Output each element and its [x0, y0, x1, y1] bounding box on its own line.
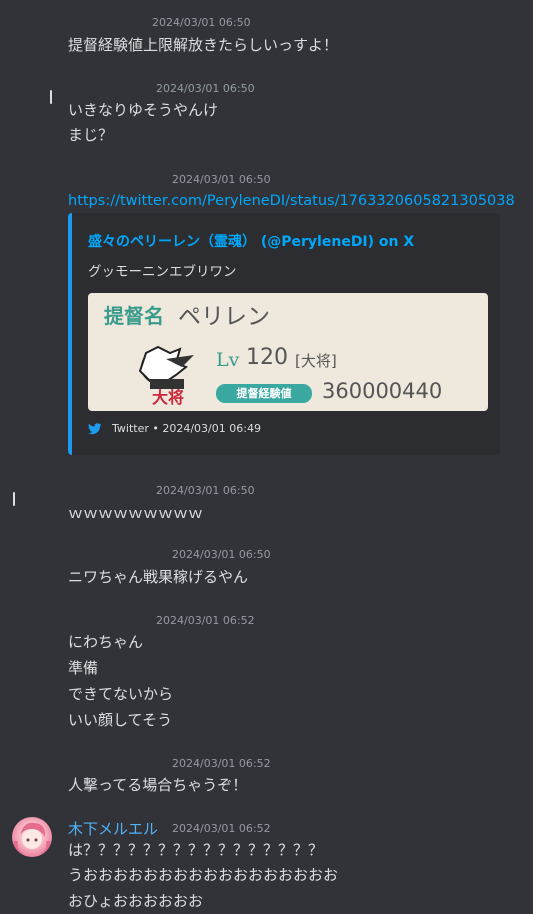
- message-timestamp: 2024/03/01 06:52: [172, 757, 271, 770]
- avatar[interactable]: [12, 817, 52, 857]
- embed-image[interactable]: 提督名 ペリレン 大将 Lv 120 [大将] 提督経験値 360000440: [88, 293, 488, 411]
- avatar-fragment: [13, 492, 15, 506]
- level-label: Lv: [216, 349, 240, 371]
- rank-label: [大将]: [295, 352, 337, 370]
- message-text: 人撃ってる場合ちゃうぞ！: [68, 776, 248, 794]
- embed-footer: Twitter • 2024/03/01 06:49: [88, 422, 261, 435]
- twitter-bird-icon: [88, 422, 102, 434]
- embed-description: グッモーニンエブリワン: [88, 264, 237, 280]
- message-timestamp: 2024/03/01 06:52: [156, 614, 255, 627]
- message-text: まじ？: [68, 126, 114, 144]
- message-timestamp: 2024/03/01 06:50: [172, 548, 271, 561]
- message-text: は？？？？？？？？？？？？？？？？: [68, 841, 324, 859]
- message-text: ニワちゃん戦果稼げるやん: [68, 568, 249, 586]
- card-title: 提督名: [104, 304, 164, 328]
- xp-label: 提督経験値: [216, 384, 312, 403]
- message-text: できてないから: [68, 685, 174, 703]
- tweet-link[interactable]: https://twitter.com/PeryleneDI/status/17…: [68, 193, 515, 209]
- message-text: 準備: [68, 659, 99, 677]
- message-timestamp: 2024/03/01 06:50: [156, 82, 255, 95]
- message-text: いい顔してそう: [68, 711, 173, 729]
- message-timestamp: 2024/03/01 06:50: [172, 173, 271, 186]
- avatar-image-icon: [13, 822, 51, 857]
- xp-value: 360000440: [322, 379, 443, 403]
- message-text: 提督経験値上限解放きたらしいっすよ！: [68, 36, 339, 54]
- level-value: 120: [246, 345, 288, 370]
- message-text: ｗｗｗｗｗｗｗｗｗ: [68, 504, 204, 522]
- message-text: うおおおおおおおおおおおおおおおおお: [68, 866, 339, 884]
- message-text: にわちゃん: [68, 633, 144, 651]
- embed-footer-text: Twitter • 2024/03/01 06:49: [112, 422, 261, 435]
- link-embed: 盛々のペリーレン（霊魂） (@PeryleneDI) on X グッモーニンエブ…: [68, 213, 500, 455]
- rank-emblem-icon: 大将: [138, 345, 194, 407]
- message-timestamp: 2024/03/01 06:52: [172, 822, 271, 835]
- message-text: いきなりゆそうやんけ: [68, 101, 219, 119]
- embed-author[interactable]: 盛々のペリーレン（霊魂） (@PeryleneDI) on X: [88, 231, 414, 251]
- message-timestamp: 2024/03/01 06:50: [152, 16, 251, 29]
- rank-badge: 大将: [152, 388, 184, 407]
- message-text: おひょおおおおおお: [68, 892, 204, 910]
- avatar-fragment: [50, 90, 52, 104]
- card-name: ペリレン: [178, 304, 270, 330]
- message-author[interactable]: 木下メルエル: [68, 818, 158, 839]
- message-timestamp: 2024/03/01 06:50: [156, 484, 255, 497]
